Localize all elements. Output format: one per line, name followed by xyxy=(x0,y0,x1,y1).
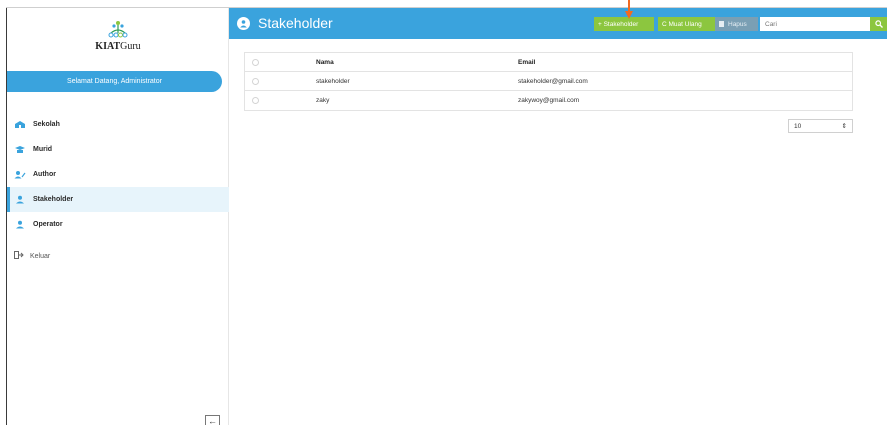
sidebar-item-sekolah[interactable]: Sekolah xyxy=(7,112,229,137)
logout-link[interactable]: Keluar xyxy=(14,251,50,261)
select-all-checkbox[interactable] xyxy=(252,58,259,66)
student-icon xyxy=(14,145,26,154)
sidebar-item-label: Stakeholder xyxy=(33,196,74,203)
logout-icon xyxy=(14,251,24,261)
sidebar-item-label: Sekolah xyxy=(33,121,60,128)
sidebar-item-operator[interactable]: Operator xyxy=(7,212,229,237)
sidebar-item-label: Operator xyxy=(33,221,63,228)
search-icon xyxy=(874,20,883,28)
stakeholder-table: Nama Email stakeholder stakeholder@gmail… xyxy=(244,52,853,111)
sidebar: KIATGuru Selamat Datang, Administrator S… xyxy=(7,8,229,425)
sidebar-nav: Sekolah Murid Author Stakeholder Operato… xyxy=(7,112,229,237)
cell-nama: zaky xyxy=(316,97,330,104)
reload-button[interactable]: C Muat Ulang xyxy=(658,17,716,31)
column-header-email[interactable]: Email xyxy=(518,59,852,66)
search-button[interactable] xyxy=(870,17,887,31)
cell-email: zakywoy@gmail.com xyxy=(518,97,580,104)
page-title-text: Stakeholder xyxy=(258,15,333,31)
search-input[interactable] xyxy=(760,17,870,31)
cell-email: stakeholder@gmail.com xyxy=(518,77,588,85)
cell-nama: stakeholder xyxy=(316,77,350,85)
header-bar: Stakeholder + Stakeholder C Muat Ulang H… xyxy=(229,8,887,39)
table-header: Nama Email xyxy=(245,53,852,72)
welcome-banner: Selamat Datang, Administrator xyxy=(7,71,222,92)
delete-button[interactable]: Hapus xyxy=(715,17,758,31)
author-icon xyxy=(14,170,26,179)
table-row[interactable]: stakeholder stakeholder@gmail.com xyxy=(245,72,852,91)
row-checkbox[interactable] xyxy=(252,77,259,85)
logo-icon xyxy=(108,21,128,38)
trash-icon xyxy=(719,21,724,27)
page-size-value: 10 xyxy=(794,122,802,130)
sidebar-item-murid[interactable]: Murid xyxy=(7,137,229,162)
updown-arrow-icon: ⇕ xyxy=(841,123,847,130)
sidebar-item-stakeholder[interactable]: Stakeholder xyxy=(7,187,229,212)
annotation-arrow xyxy=(625,0,633,19)
sidebar-item-label: Author xyxy=(33,171,56,178)
delete-label: Hapus xyxy=(728,20,747,28)
collapse-sidebar-button[interactable]: ← xyxy=(205,415,220,425)
table-row[interactable]: zaky zakywoy@gmail.com xyxy=(245,91,852,110)
stakeholder-icon xyxy=(237,16,250,30)
sidebar-item-label: Murid xyxy=(33,146,53,153)
row-checkbox[interactable] xyxy=(252,97,259,104)
school-icon xyxy=(14,120,26,129)
app-logo: KIATGuru xyxy=(7,20,229,52)
user-icon xyxy=(14,195,26,204)
sidebar-item-author[interactable]: Author xyxy=(7,162,229,187)
arrow-left-icon: ← xyxy=(208,415,217,425)
page-title: Stakeholder xyxy=(237,15,333,31)
logout-label: Keluar xyxy=(30,252,51,260)
logo-text: KIATGuru xyxy=(95,41,141,52)
page-size-select[interactable]: 10 ⇕ xyxy=(788,119,853,133)
add-stakeholder-button[interactable]: + Stakeholder xyxy=(594,17,654,31)
column-header-nama[interactable]: Nama xyxy=(316,59,518,66)
user-icon xyxy=(14,220,26,229)
